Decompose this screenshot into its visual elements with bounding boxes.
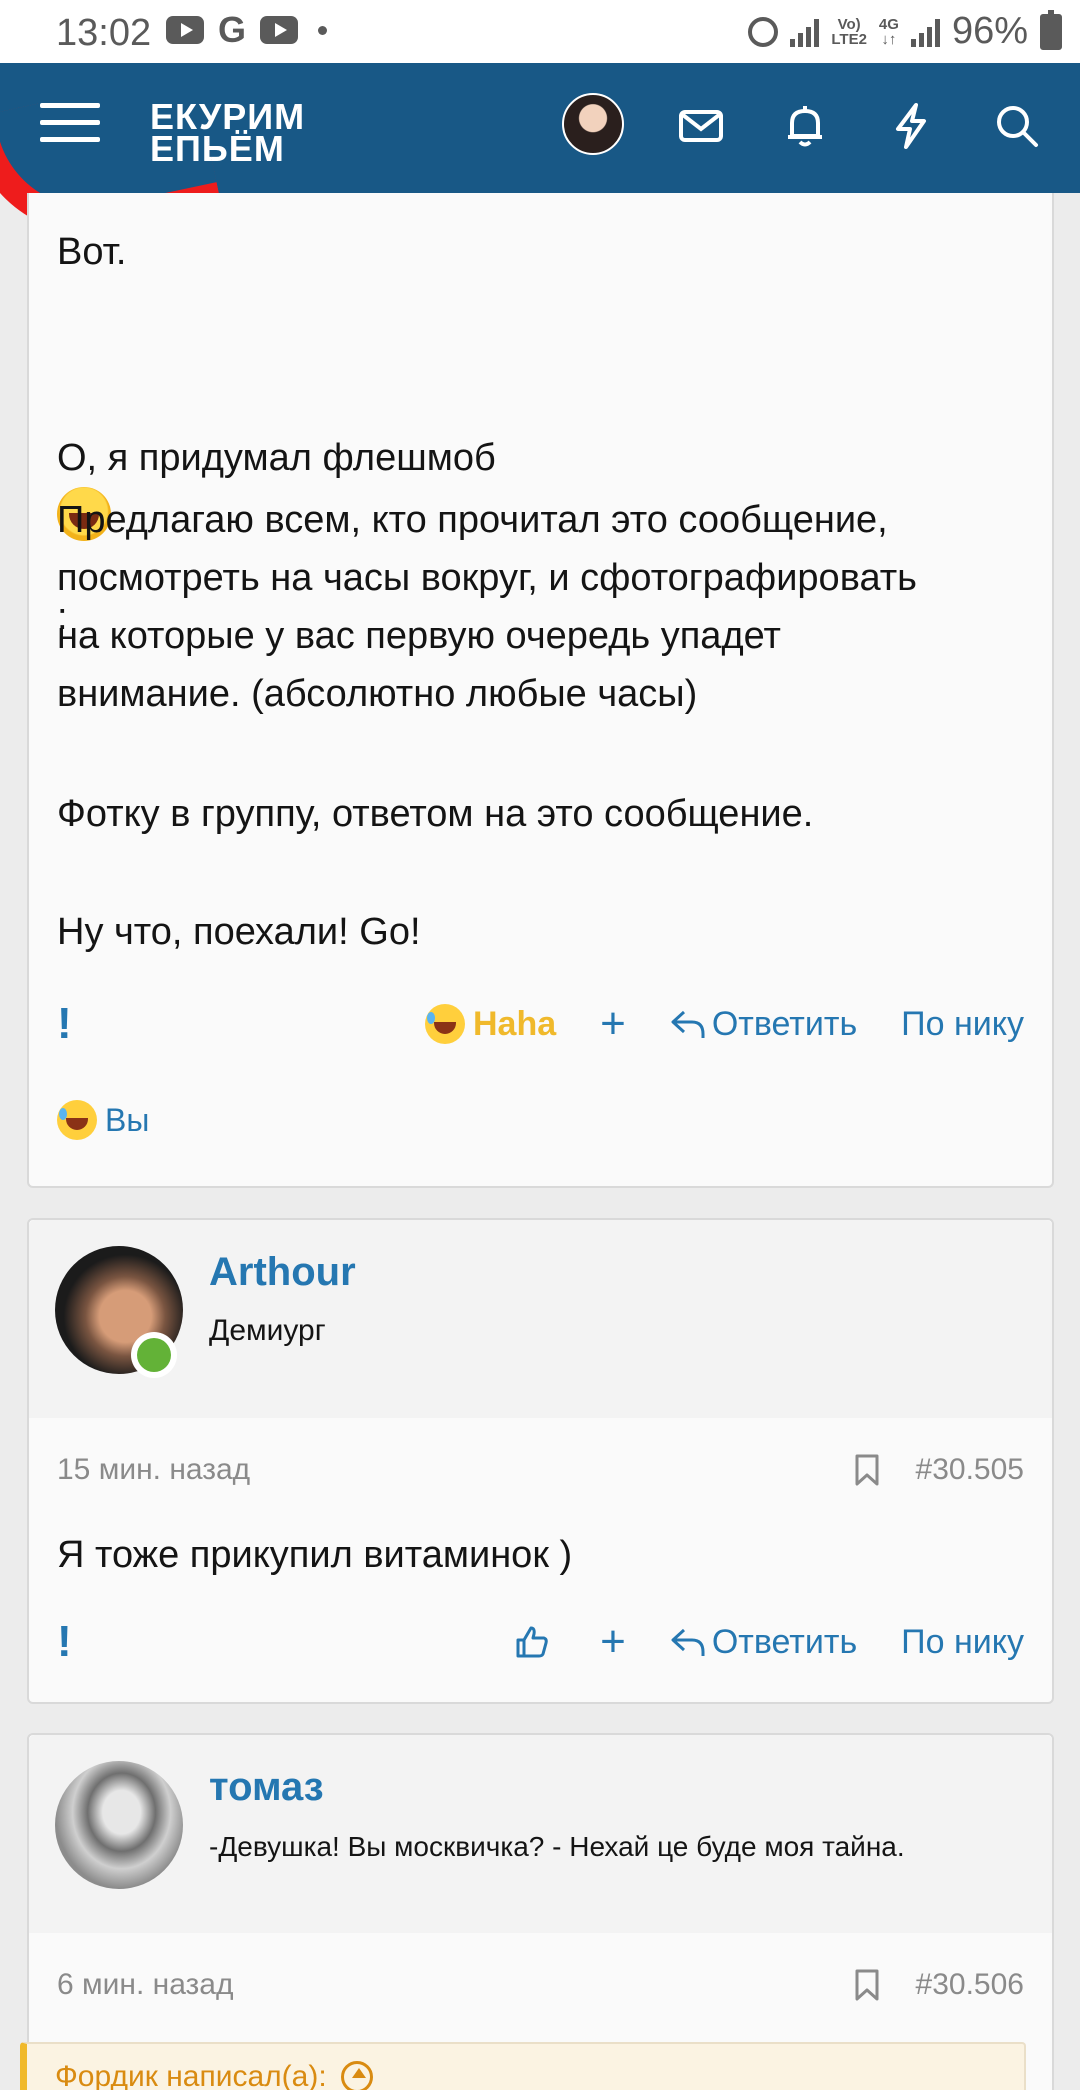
signal-icon bbox=[910, 17, 940, 47]
thumbs-up-icon bbox=[516, 1626, 548, 1658]
lte-label: LTE2 bbox=[831, 30, 867, 48]
signal-icon bbox=[790, 17, 820, 47]
system-icons: Vo) LTE2 4G ↓↑ 96% bbox=[748, 9, 1062, 53]
youtube-icon bbox=[166, 16, 204, 44]
reply-label: Ответить bbox=[711, 1622, 858, 1661]
more-notifications-icon bbox=[318, 25, 328, 35]
post-text: Я тоже прикупил витаминок ) bbox=[57, 1534, 573, 1576]
search-icon[interactable] bbox=[992, 101, 1042, 151]
reply-label: Ответить bbox=[711, 1004, 858, 1043]
bolt-icon[interactable] bbox=[886, 101, 936, 151]
quote-by-nick-button[interactable]: По нику bbox=[901, 1623, 1024, 1662]
post-paragraph: Предлагаю всем, кто прочитал это сообщен… bbox=[57, 499, 917, 715]
status-bar: 13:02 G Vo) LTE2 4G ↓↑ 96% bbox=[0, 0, 1080, 63]
post-time[interactable]: 15 мин. назад bbox=[57, 1453, 250, 1487]
rofl-emoji-icon bbox=[424, 1004, 465, 1044]
status-time: 13:02 bbox=[56, 12, 152, 54]
user-avatar[interactable] bbox=[562, 93, 624, 155]
post-number[interactable]: #30.506 bbox=[916, 1968, 1024, 2002]
quote-header[interactable]: Фордик написал(а): bbox=[55, 2060, 373, 2090]
reply-icon bbox=[671, 1010, 705, 1038]
reply-button[interactable]: Ответить bbox=[670, 1005, 857, 1044]
quote-author: Фордик написал(а): bbox=[55, 2060, 327, 2090]
data-4g-icon: 4G ↓↑ bbox=[878, 15, 899, 48]
post-author-header: томаз -Девушка! Вы москвичка? - Нехай це… bbox=[29, 1735, 1052, 1933]
reaction-label: Haha bbox=[472, 1004, 557, 1043]
notification-icons: G bbox=[166, 9, 328, 50]
reply-icon bbox=[671, 1628, 705, 1656]
bell-icon[interactable] bbox=[780, 101, 830, 151]
post-meta: 15 мин. назад #30.505 bbox=[57, 1448, 1024, 1492]
author-avatar[interactable] bbox=[55, 1761, 183, 1889]
quote-by-nick-button[interactable]: По нику bbox=[901, 1005, 1024, 1044]
add-reaction-button[interactable]: + bbox=[600, 1620, 626, 1664]
battery-percent: 96% bbox=[951, 10, 1028, 52]
post-time[interactable]: 6 мин. назад bbox=[57, 1968, 234, 2002]
reaction-button[interactable]: Haha bbox=[424, 1004, 557, 1044]
post-card: Вот. О, я придумал флешмоб : Предлагаю в… bbox=[27, 193, 1054, 1188]
post-card: томаз -Девушка! Вы москвичка? - Нехай це… bbox=[27, 1733, 1054, 2090]
post-author-header: Arthour Демиург bbox=[29, 1220, 1052, 1418]
post-paragraph: Ну что, поехали! Go! bbox=[57, 911, 421, 953]
quote-block: Фордик написал(а): bbox=[20, 2042, 1026, 2090]
post-actions: ! + Ответить По нику bbox=[57, 1612, 1024, 1672]
youtube-icon bbox=[260, 16, 299, 44]
rofl-emoji-icon bbox=[57, 1100, 97, 1140]
mail-icon[interactable] bbox=[676, 101, 726, 151]
volte-icon: Vo) LTE2 bbox=[831, 17, 867, 47]
author-title: -Девушка! Вы москвичка? - Нехай це буде … bbox=[209, 1831, 905, 1862]
post-card: Arthour Демиург 15 мин. назад #30.505 Я … bbox=[27, 1218, 1054, 1704]
reactions-summary[interactable]: Вы bbox=[57, 1100, 149, 1140]
post-actions: ! Haha + Ответить По нику bbox=[57, 994, 1024, 1054]
post-text-fragment: О, я придумал флешмоб bbox=[57, 437, 496, 479]
post-paragraph: Фотку в группу, ответом на это сообщение… bbox=[57, 793, 814, 835]
like-button[interactable] bbox=[514, 1624, 556, 1660]
reacted-user: Вы bbox=[105, 1101, 150, 1138]
author-title: Демиург bbox=[209, 1314, 326, 1347]
online-status-icon bbox=[131, 1332, 177, 1378]
report-button[interactable]: ! bbox=[57, 1617, 97, 1667]
reply-button[interactable]: Ответить bbox=[670, 1623, 857, 1662]
post-number[interactable]: #30.505 bbox=[916, 1453, 1024, 1487]
app-header: ЕКУРИМ ЕПЬЁМ bbox=[0, 63, 1080, 256]
author-name[interactable]: Arthour bbox=[209, 1250, 356, 1295]
report-button[interactable]: ! bbox=[57, 999, 97, 1049]
google-icon: G bbox=[218, 9, 247, 50]
4g-label: 4G bbox=[878, 15, 899, 33]
post-text-line: Вот. bbox=[57, 231, 127, 273]
alarm-icon bbox=[748, 16, 779, 47]
bookmark-icon[interactable] bbox=[854, 1453, 880, 1487]
author-name[interactable]: томаз bbox=[209, 1765, 324, 1810]
jump-to-quote-icon[interactable] bbox=[340, 2061, 373, 2090]
add-reaction-button[interactable]: + bbox=[600, 1002, 626, 1046]
battery-icon bbox=[1040, 9, 1062, 50]
bookmark-icon[interactable] bbox=[854, 1968, 880, 2002]
post-meta: 6 мин. назад #30.506 bbox=[57, 1963, 1024, 2007]
